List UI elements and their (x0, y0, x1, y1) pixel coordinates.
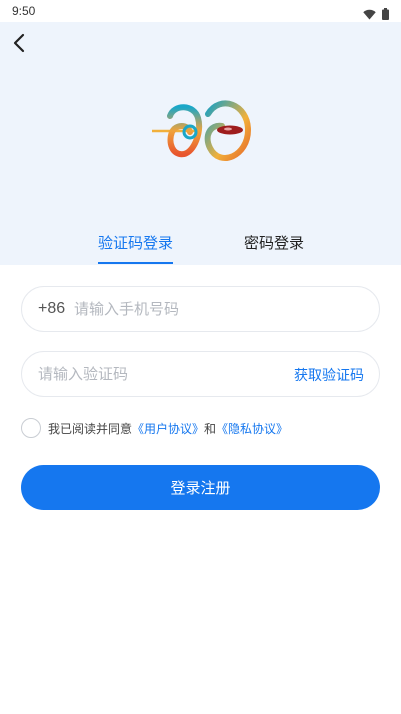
phone-field: +86 (21, 286, 380, 332)
back-arrow-icon (12, 33, 26, 57)
login-register-button[interactable]: 登录注册 (21, 465, 380, 510)
status-bar: 9:50 (0, 0, 401, 22)
agreement-row: 我已阅读并同意 《用户协议》 和 《隐私协议》 (21, 418, 288, 438)
tab-sms-login[interactable]: 验证码登录 (98, 232, 173, 253)
app-logo (150, 96, 252, 168)
privacy-policy-link[interactable]: 《隐私协议》 (216, 420, 288, 437)
get-code-button[interactable]: 获取验证码 (294, 365, 364, 385)
back-button[interactable] (8, 32, 30, 58)
code-field: 获取验证码 (21, 351, 380, 397)
login-register-label: 登录注册 (170, 479, 231, 497)
active-tab-indicator (98, 262, 173, 264)
agreement-checkbox[interactable] (21, 418, 41, 438)
agreement-conjunction: 和 (204, 421, 217, 436)
user-agreement-link[interactable]: 《用户协议》 (132, 420, 204, 437)
country-code[interactable]: +86 (38, 300, 65, 318)
phone-input[interactable] (74, 287, 364, 331)
agreement-prefix: 我已阅读并同意 (48, 421, 133, 436)
status-time: 9:50 (12, 4, 36, 18)
login-tabs: 验证码登录 密码登录 (0, 232, 401, 265)
code-input[interactable] (38, 352, 288, 396)
tab-password-login[interactable]: 密码登录 (244, 232, 304, 253)
